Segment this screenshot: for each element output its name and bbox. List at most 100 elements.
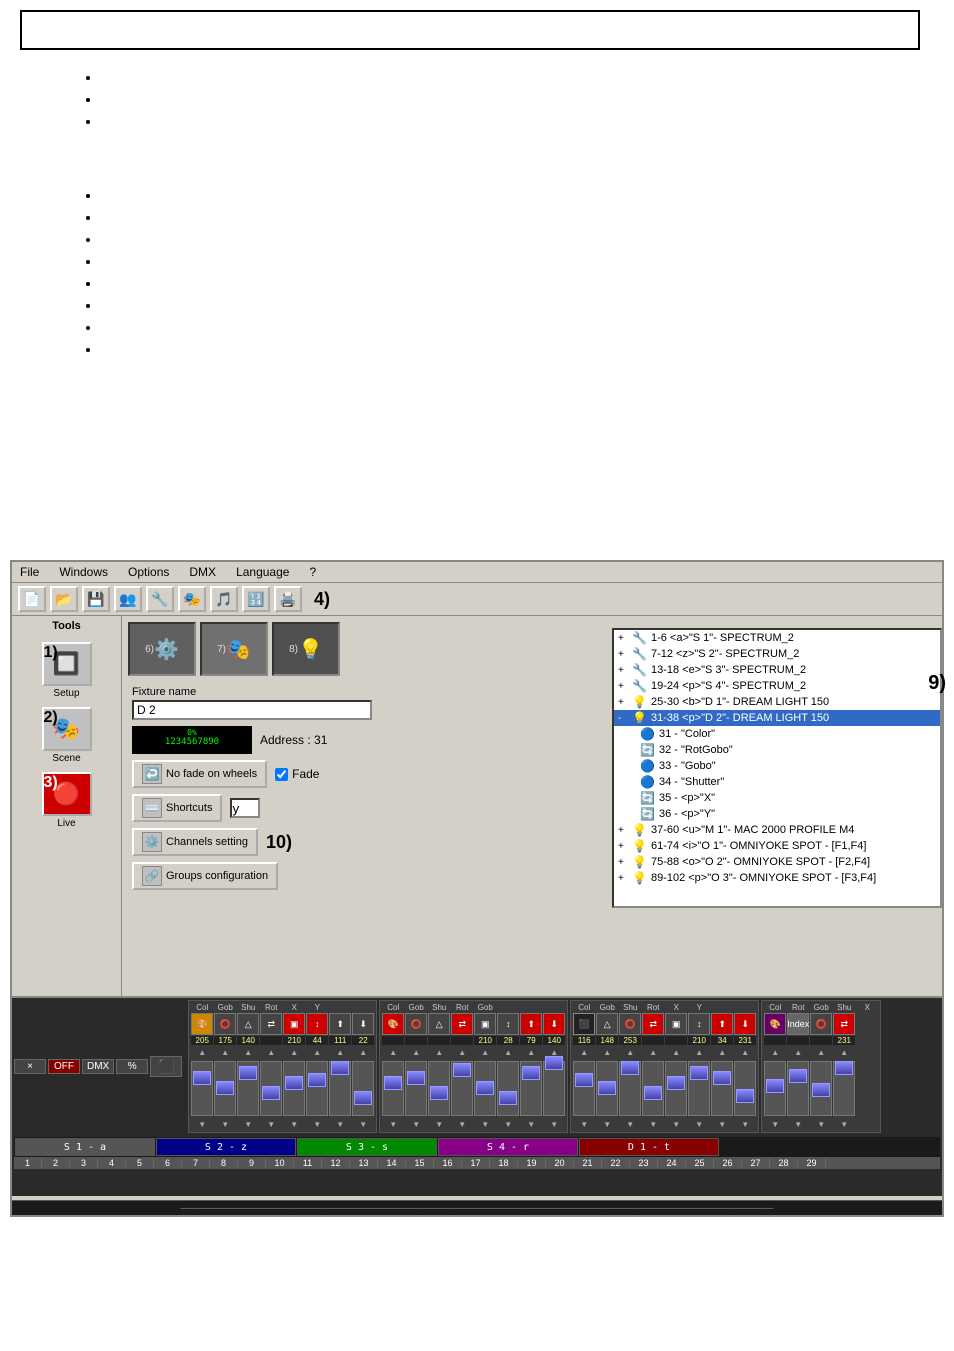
fader-r8[interactable]: [543, 1061, 565, 1116]
percent-btn[interactable]: %: [116, 1059, 148, 1074]
fader-b5[interactable]: [665, 1061, 687, 1116]
fader-thumb-b6[interactable]: [690, 1066, 708, 1080]
toolbar-new[interactable]: 📄: [18, 586, 46, 612]
fader-thumb-p1[interactable]: [766, 1079, 784, 1093]
expand-icon[interactable]: +: [618, 681, 628, 692]
up-b2[interactable]: ▲: [596, 1046, 618, 1058]
tool-live[interactable]: 3) 🔴 Live: [40, 770, 94, 831]
fader-thumb-5[interactable]: [285, 1076, 303, 1090]
fader-b3[interactable]: [619, 1061, 641, 1116]
close-btn[interactable]: ×: [14, 1059, 46, 1074]
up-b1[interactable]: ▲: [573, 1046, 595, 1058]
down-r5[interactable]: ▼: [474, 1118, 496, 1130]
expand-icon[interactable]: +: [618, 857, 628, 868]
fader-thumb-2[interactable]: [216, 1081, 234, 1095]
arrow-down-3[interactable]: ▼: [237, 1118, 259, 1130]
tree-item-19-24[interactable]: + 🔧 19-24 <p>"S 4"- SPECTRUM_2: [614, 678, 940, 694]
fader-thumb-r2[interactable]: [407, 1071, 425, 1085]
down-r1[interactable]: ▼: [382, 1118, 404, 1130]
fixture-image-1[interactable]: 6) ⚙️: [128, 622, 196, 676]
toolbar-users[interactable]: 👥: [114, 586, 142, 612]
fader-thumb-p4[interactable]: [835, 1061, 853, 1075]
tree-item-61-74[interactable]: + 💡 61-74 <i>"O 1"- OMNIYOKE SPOT - [F1,…: [614, 838, 940, 854]
fader-b7[interactable]: [711, 1061, 733, 1116]
arrow-down-8[interactable]: ▼: [352, 1118, 374, 1130]
arrow-up-5[interactable]: ▲: [283, 1046, 305, 1058]
fader-thumb-7[interactable]: [331, 1061, 349, 1075]
fader-b1[interactable]: [573, 1061, 595, 1116]
expand-icon[interactable]: +: [618, 841, 628, 852]
tree-child-31[interactable]: 🔵 31 - "Color": [614, 726, 940, 742]
arrow-up-2[interactable]: ▲: [214, 1046, 236, 1058]
up-r7[interactable]: ▲: [520, 1046, 542, 1058]
down-b8[interactable]: ▼: [734, 1118, 756, 1130]
arrow-down-4[interactable]: ▼: [260, 1118, 282, 1130]
expand-icon[interactable]: +: [618, 633, 628, 644]
toolbar-music[interactable]: 🎵: [210, 586, 238, 612]
fader-r5[interactable]: [474, 1061, 496, 1116]
expand-icon[interactable]: +: [618, 825, 628, 836]
tree-item-31-38[interactable]: - 💡 31-38 <p>"D 2"- DREAM LIGHT 150: [614, 710, 940, 726]
toolbar-settings[interactable]: 🔧: [146, 586, 174, 612]
fader-thumb-r1[interactable]: [384, 1076, 402, 1090]
fader-thumb-b1[interactable]: [575, 1073, 593, 1087]
down-r7[interactable]: ▼: [520, 1118, 542, 1130]
tool-scene[interactable]: 2) 🎭 Scene: [40, 705, 94, 766]
fader-thumb-r6[interactable]: [499, 1091, 517, 1105]
up-p4[interactable]: ▲: [833, 1046, 855, 1058]
expand-icon[interactable]: +: [618, 697, 628, 708]
fader-r4[interactable]: [451, 1061, 473, 1116]
scene-s1[interactable]: S 1 - a: [15, 1138, 155, 1156]
fader-6[interactable]: [306, 1061, 328, 1116]
down-b7[interactable]: ▼: [711, 1118, 733, 1130]
fader-b6[interactable]: [688, 1061, 710, 1116]
scene-s4[interactable]: S 4 - r: [438, 1138, 578, 1156]
fader-4[interactable]: [260, 1061, 282, 1116]
expand-icon[interactable]: +: [618, 665, 628, 676]
menu-language[interactable]: Language: [232, 564, 293, 580]
fader-3[interactable]: [237, 1061, 259, 1116]
up-b8[interactable]: ▲: [734, 1046, 756, 1058]
fader-thumb-r5[interactable]: [476, 1081, 494, 1095]
tree-item-13-18[interactable]: + 🔧 13-18 <e>"S 3"- SPECTRUM_2: [614, 662, 940, 678]
tree-child-36[interactable]: 🔄 36 - <p>"Y": [614, 806, 940, 822]
up-r1[interactable]: ▲: [382, 1046, 404, 1058]
fader-thumb-1[interactable]: [193, 1071, 211, 1085]
tree-item-89-102[interactable]: + 💡 89-102 <p>"O 3"- OMNIYOKE SPOT - [F3…: [614, 870, 940, 886]
fader-thumb-p2[interactable]: [789, 1069, 807, 1083]
fixture-name-input[interactable]: D 2: [132, 700, 372, 720]
up-r6[interactable]: ▲: [497, 1046, 519, 1058]
tree-child-33[interactable]: 🔵 33 - "Gobo": [614, 758, 940, 774]
up-b3[interactable]: ▲: [619, 1046, 641, 1058]
up-r2[interactable]: ▲: [405, 1046, 427, 1058]
fader-thumb-8[interactable]: [354, 1091, 372, 1105]
arrow-up-4[interactable]: ▲: [260, 1046, 282, 1058]
expand-icon[interactable]: +: [618, 649, 628, 660]
menu-dmx[interactable]: DMX: [185, 564, 220, 580]
arrow-up-3[interactable]: ▲: [237, 1046, 259, 1058]
down-b6[interactable]: ▼: [688, 1118, 710, 1130]
up-r3[interactable]: ▲: [428, 1046, 450, 1058]
down-p3[interactable]: ▼: [810, 1118, 832, 1130]
fader-5[interactable]: [283, 1061, 305, 1116]
up-r4[interactable]: ▲: [451, 1046, 473, 1058]
fader-r7[interactable]: [520, 1061, 542, 1116]
menu-windows[interactable]: Windows: [55, 564, 112, 580]
tree-child-35[interactable]: 🔄 35 - <p>"X": [614, 790, 940, 806]
tree-item-75-88[interactable]: + 💡 75-88 <o>"O 2"- OMNIYOKE SPOT - [F2,…: [614, 854, 940, 870]
fade-checkbox[interactable]: [275, 768, 288, 781]
tree-item-37-60[interactable]: + 💡 37-60 <u>"M 1"- MAC 2000 PROFILE M4: [614, 822, 940, 838]
fader-p4[interactable]: [833, 1061, 855, 1116]
arrow-down-6[interactable]: ▼: [306, 1118, 328, 1130]
fader-1[interactable]: [191, 1061, 213, 1116]
tree-item-7-12[interactable]: + 🔧 7-12 <z>"S 2"- SPECTRUM_2: [614, 646, 940, 662]
fader-thumb-b3[interactable]: [621, 1061, 639, 1075]
fader-thumb-b5[interactable]: [667, 1076, 685, 1090]
fader-thumb-b2[interactable]: [598, 1081, 616, 1095]
fader-thumb-6[interactable]: [308, 1073, 326, 1087]
scene-s3[interactable]: S 3 - s: [297, 1138, 437, 1156]
down-r6[interactable]: ▼: [497, 1118, 519, 1130]
down-p2[interactable]: ▼: [787, 1118, 809, 1130]
expand-icon[interactable]: +: [618, 873, 628, 884]
tree-item-25-30[interactable]: + 💡 25-30 <b>"D 1"- DREAM LIGHT 150: [614, 694, 940, 710]
